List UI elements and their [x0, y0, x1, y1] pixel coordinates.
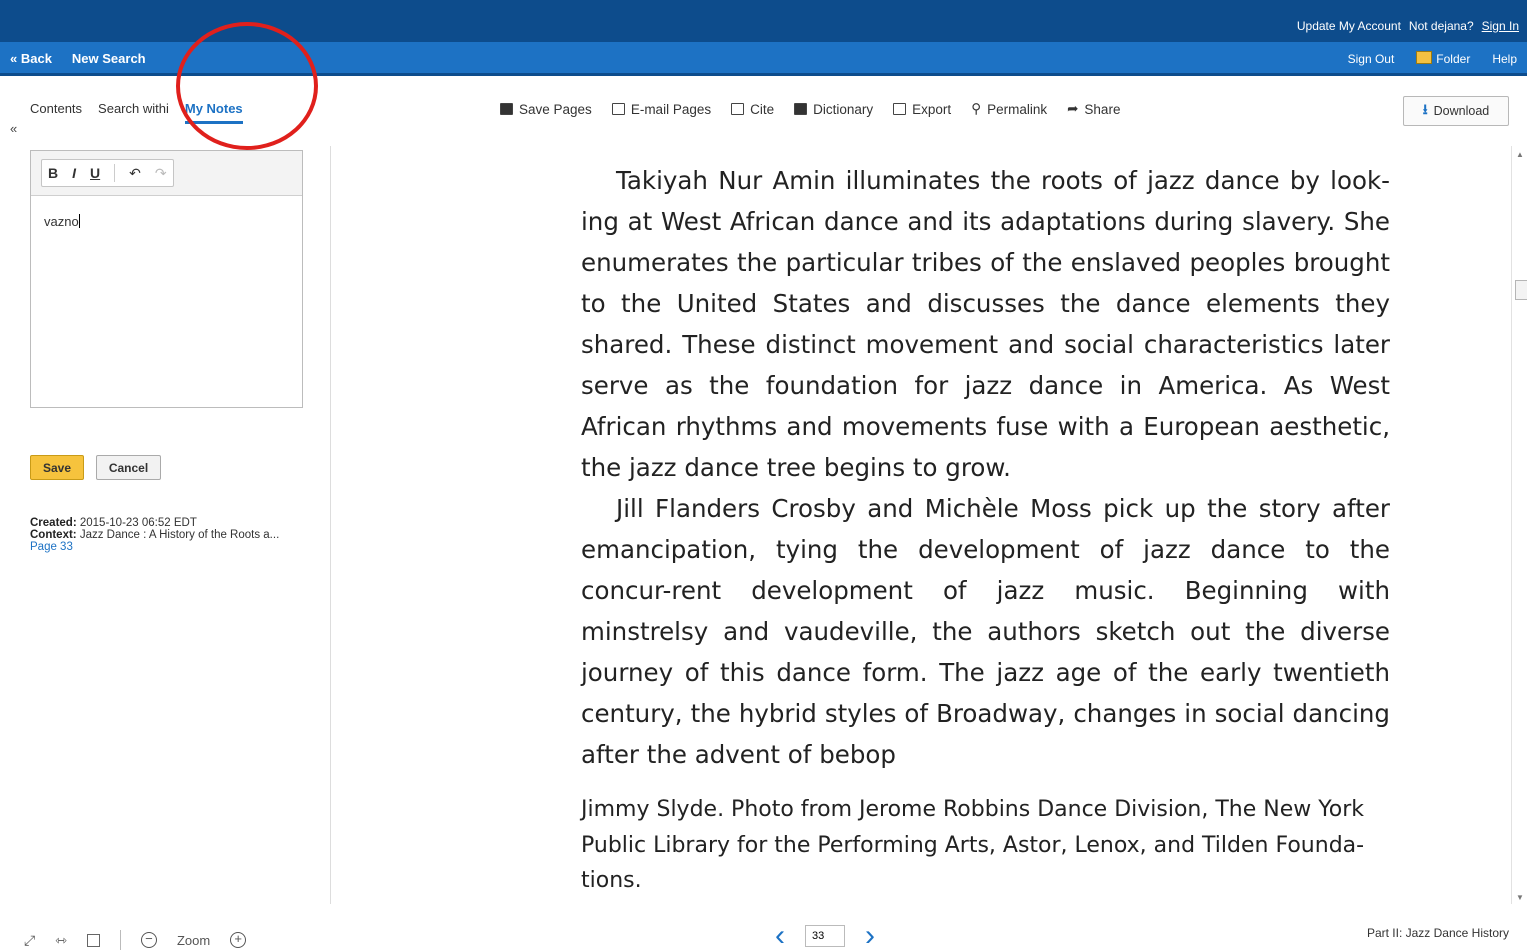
editor-toolbar: B I U ↶ ↷: [31, 151, 302, 196]
cancel-note-button[interactable]: Cancel: [96, 455, 161, 480]
account-links: Update My Account Not dejana? Sign In: [1297, 19, 1519, 33]
nav-bar: « Back New Search Sign Out Folder Help: [0, 42, 1527, 76]
zoom-in-icon[interactable]: +: [230, 932, 247, 948]
cite-icon: [731, 103, 745, 115]
download-icon: ⭳: [1422, 101, 1428, 117]
page-navigator: ‹ ›: [775, 921, 875, 951]
bottom-bar: ⤢ ⇿ − Zoom + ‹ › Part II: Jazz Dance His…: [0, 920, 1527, 952]
folder-icon: [1416, 51, 1433, 64]
save-pages-button[interactable]: Save Pages: [500, 101, 592, 117]
export-icon: [893, 103, 907, 115]
cite-button[interactable]: Cite: [731, 101, 774, 117]
share-arrow-icon: ➦: [1067, 101, 1079, 116]
section-title: Part II: Jazz Dance History: [1366, 926, 1509, 940]
permalink-label: Permalink: [987, 101, 1048, 117]
created-value: 2015-10-23 06:52 EDT: [79, 517, 197, 529]
folder-label: Folder: [1436, 52, 1471, 66]
fit-page-icon[interactable]: [86, 933, 100, 947]
link-icon: ⚲: [971, 101, 982, 116]
save-note-button[interactable]: Save: [30, 455, 84, 480]
paragraph-2: Jill Flanders Crosby and Michèle Moss pi…: [581, 494, 1390, 769]
tab-search-within[interactable]: Search withi: [98, 101, 169, 124]
dictionary-label: Dictionary: [813, 101, 874, 117]
fit-width-icon[interactable]: ⇿: [55, 932, 67, 949]
envelope-icon: [611, 103, 625, 115]
share-button[interactable]: ➦ Share: [1067, 101, 1120, 117]
bottom-divider: [119, 930, 121, 950]
update-account-link[interactable]: Update My Account: [1297, 19, 1401, 33]
sign-out-link[interactable]: Sign Out: [1348, 52, 1395, 66]
paragraph-1: Takiyah Nur Amin illuminates the roots o…: [581, 166, 1390, 482]
scroll-thumb[interactable]: [1515, 280, 1527, 300]
scroll-down-icon[interactable]: ▼: [1516, 893, 1524, 902]
dictionary-icon: [794, 103, 808, 115]
zoom-out-icon[interactable]: −: [140, 932, 157, 948]
top-bar: Update My Account Not dejana? Sign In: [0, 0, 1527, 42]
export-label: Export: [912, 101, 952, 117]
note-text: vazno: [44, 214, 79, 229]
created-label: Created:: [30, 517, 77, 529]
sidebar-divider: [330, 146, 331, 904]
page-scrollbar[interactable]: ▲ ▼: [1511, 146, 1527, 904]
download-button[interactable]: ⭳ Download: [1403, 96, 1509, 126]
help-link[interactable]: Help: [1492, 52, 1517, 66]
page-link[interactable]: Page 33: [30, 541, 279, 553]
download-label: Download: [1433, 104, 1490, 118]
collapse-sidebar-button[interactable]: «: [10, 121, 17, 136]
underline-button[interactable]: U: [90, 165, 100, 181]
tab-contents[interactable]: Contents: [30, 101, 82, 124]
photo-caption: Jimmy Slyde. Photo from Jerome Robbins D…: [581, 797, 1365, 893]
dictionary-button[interactable]: Dictionary: [794, 101, 873, 117]
page-number-input[interactable]: [805, 925, 845, 947]
context-label: Context:: [30, 529, 77, 541]
next-page-icon[interactable]: ›: [865, 921, 875, 951]
sidebar-tabs: Contents Search withi My Notes: [30, 101, 243, 124]
email-pages-button[interactable]: E-mail Pages: [611, 101, 712, 117]
new-search-link[interactable]: New Search: [72, 51, 146, 66]
email-pages-label: E-mail Pages: [630, 101, 712, 117]
text-cursor: [78, 214, 80, 228]
italic-button[interactable]: I: [72, 165, 76, 181]
toolbar-divider: [114, 164, 116, 182]
context-value: Jazz Dance : A History of the Roots a...: [79, 529, 280, 541]
note-metadata: Created: 2015-10-23 06:52 EDT Context: J…: [30, 517, 279, 553]
fullscreen-icon[interactable]: ⤢: [24, 932, 35, 949]
redo-icon[interactable]: ↷: [155, 165, 167, 182]
save-pages-label: Save Pages: [519, 101, 592, 117]
not-user-text: Not dejana?: [1408, 19, 1474, 33]
note-text-area[interactable]: vazno: [31, 196, 302, 247]
back-link[interactable]: « Back: [10, 51, 52, 66]
bold-button[interactable]: B: [48, 165, 58, 181]
permalink-button[interactable]: ⚲ Permalink: [971, 101, 1047, 117]
share-label: Share: [1084, 101, 1121, 117]
sign-in-link[interactable]: Sign In: [1482, 19, 1519, 33]
book-page: Takiyah Nur Amin illuminates the roots o…: [581, 160, 1390, 775]
previous-page-icon[interactable]: ‹: [775, 921, 785, 951]
note-editor: B I U ↶ ↷ vazno: [30, 150, 303, 408]
reader-toolbar: Save Pages E-mail Pages Cite Dictionary …: [500, 101, 1120, 117]
tab-my-notes[interactable]: My Notes: [184, 101, 243, 124]
export-button[interactable]: Export: [893, 101, 951, 117]
save-disk-icon: [500, 103, 513, 115]
undo-icon[interactable]: ↶: [129, 165, 141, 182]
zoom-label: Zoom: [176, 932, 211, 948]
cite-label: Cite: [750, 101, 775, 117]
scroll-up-icon[interactable]: ▲: [1516, 150, 1524, 159]
folder-link[interactable]: Folder: [1416, 51, 1470, 66]
